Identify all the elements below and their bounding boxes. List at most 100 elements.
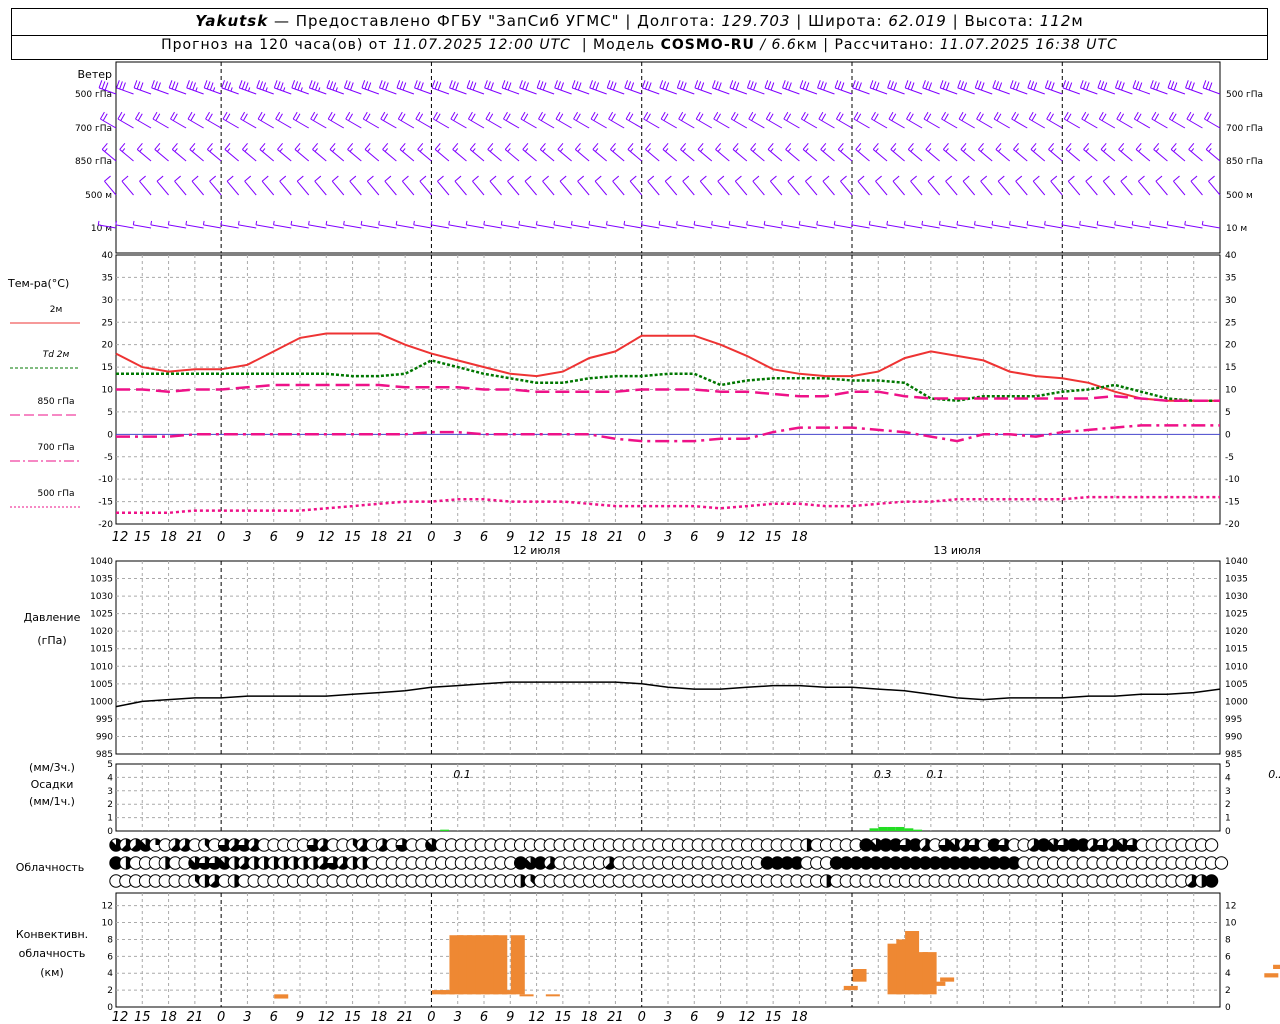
wind-barb-feather — [641, 220, 643, 225]
wind-barb-shaft — [887, 87, 905, 95]
wind-barb-feather — [641, 80, 646, 89]
wind-barb-shaft — [224, 149, 239, 162]
wind-barb-feather — [378, 220, 380, 225]
wind-barb-shaft — [1061, 224, 1080, 229]
wind-barb-feather — [435, 113, 441, 121]
wind-barb-shaft — [466, 224, 485, 229]
wind-barb-shaft — [664, 180, 678, 196]
wind-barb-shaft — [1044, 224, 1063, 229]
temp-xtick: 9 — [296, 530, 304, 545]
wind-barb-feather — [851, 220, 853, 225]
wind-barb-feather — [1063, 111, 1069, 120]
wind-barb-feather — [555, 111, 561, 120]
wind-barb-feather — [206, 81, 211, 90]
wind-barb-feather — [1153, 81, 1157, 90]
wind-barb-shaft — [1013, 149, 1028, 162]
wind-barb-feather — [554, 80, 558, 89]
wind-barb-shaft — [503, 118, 520, 129]
wind-barb-feather — [594, 148, 599, 152]
wind-barb-feather — [185, 220, 188, 225]
wind-barb-feather — [518, 220, 521, 225]
temp-xtick: 3 — [243, 530, 251, 545]
wind-barb-shaft — [1153, 149, 1168, 162]
wind-barb-shaft — [787, 180, 800, 196]
wind-barb-feather — [1100, 81, 1105, 90]
wind-barb-feather — [318, 87, 321, 92]
wind-barb-shaft — [1115, 87, 1133, 95]
wind-barb-shaft — [119, 149, 134, 162]
wind-barb-feather — [890, 81, 894, 90]
temp-ytick-right: 10 — [1225, 386, 1237, 396]
wind-barb-shaft — [1097, 224, 1115, 229]
wind-barb-shaft — [957, 87, 975, 95]
wind-barb-feather — [822, 148, 827, 152]
wind-barb-feather — [119, 81, 123, 90]
wind-barb-feather — [417, 81, 421, 90]
wind-barb-shaft — [242, 149, 257, 162]
wind-barb-feather — [384, 148, 389, 152]
wind-barb-shaft — [1026, 224, 1045, 229]
pressure-ytick-left: 1015 — [90, 645, 113, 655]
precip-bar — [869, 828, 879, 831]
wind-barb-feather — [840, 82, 845, 91]
wind-barb-feather — [734, 175, 742, 182]
temp-xtick: 0 — [217, 530, 225, 545]
wind-barb-shaft — [573, 118, 590, 129]
wind-barb-feather — [676, 220, 678, 225]
wind-barb-feather — [886, 220, 889, 225]
precip-ytick-right: 4 — [1225, 773, 1231, 783]
wind-barb-feather — [187, 111, 193, 120]
wind-barb-feather — [500, 220, 503, 225]
wind-barb-feather — [335, 87, 338, 92]
wind-barb-feather — [746, 80, 751, 89]
wind-barb-feather — [978, 113, 984, 121]
wind-barb-feather — [945, 148, 949, 152]
wind-barb-feather — [980, 82, 985, 91]
wind-barb-feather — [156, 175, 164, 182]
wind-barb-feather — [998, 82, 1003, 91]
wind-barb-shaft — [921, 224, 940, 229]
conv-bar — [1264, 973, 1279, 978]
wind-barb-feather — [450, 111, 456, 120]
wind-barb-feather — [945, 82, 950, 91]
wind-barb-feather — [938, 220, 941, 225]
wind-barb-shaft — [468, 118, 485, 129]
wind-barb-shaft — [1032, 180, 1046, 196]
wind-barb-feather — [1136, 113, 1142, 121]
conv-xtick: 0 — [638, 1010, 646, 1024]
wind-barb-feather — [367, 82, 372, 91]
wind-barb-shaft — [1085, 180, 1098, 196]
temp-ytick-left: 5 — [107, 408, 113, 418]
wind-barb-shaft — [1116, 118, 1133, 129]
wind-barb-feather — [852, 80, 856, 89]
wind-barb-feather — [908, 113, 914, 121]
wind-barb-shaft — [590, 118, 607, 129]
wind-barb-shaft — [519, 87, 537, 95]
wind-barb-shaft — [1027, 87, 1045, 95]
wind-barb-feather — [240, 111, 246, 120]
wind-barb-shaft — [361, 224, 379, 229]
wind-barb-feather — [857, 175, 865, 182]
wind-barb-feather — [1190, 175, 1198, 182]
wind-barb-feather — [941, 111, 946, 120]
wind-barb-shaft — [329, 149, 345, 162]
wind-barb-feather — [798, 220, 801, 225]
wind-barb-feather — [397, 111, 403, 120]
wind-barb-feather — [805, 175, 812, 182]
wind-barb-shaft — [291, 87, 309, 95]
wind-barb-feather — [540, 113, 546, 121]
wind-barb-shaft — [1132, 224, 1150, 229]
pressure-ytick-right: 995 — [1225, 715, 1242, 725]
wind-barb-feather — [767, 81, 772, 90]
wind-barb-feather — [681, 113, 686, 121]
wind-level-label-left: 500 м — [85, 191, 112, 201]
wind-barb-feather — [679, 81, 684, 90]
wind-level-label-right: 850 гПа — [1226, 157, 1263, 167]
wind-barb-shaft — [1028, 118, 1046, 129]
wind-barb-feather — [400, 113, 406, 121]
wind-barb-shaft — [255, 224, 274, 229]
wind-barb-shaft — [312, 149, 327, 162]
precip-3h-label: 0.2 — [1268, 768, 1280, 781]
wind-barb-shaft — [396, 224, 414, 229]
temp-xtick: 15 — [765, 530, 782, 545]
